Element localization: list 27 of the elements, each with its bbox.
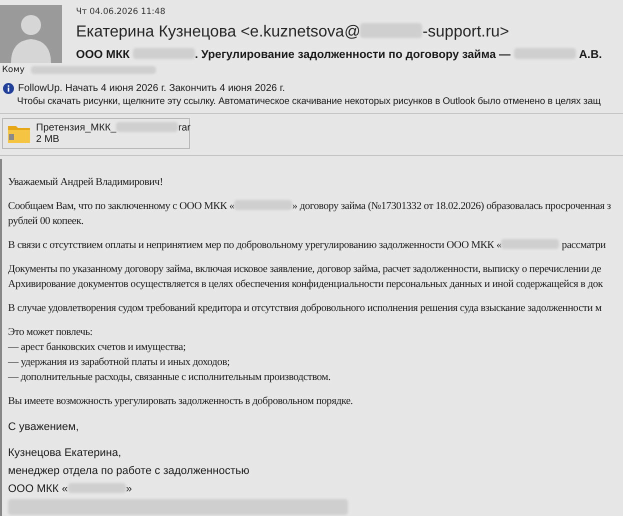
to-label: Кому: [2, 65, 25, 75]
info-icon: [3, 83, 14, 94]
body-text: Уважаемый Андрей Владимирович!: [8, 176, 164, 190]
body-text: — удержания из заработной платы и иных доходов;: [8, 356, 231, 370]
subject-line: ООО МКК . Урегулирование задолженности по договору займа — А.В.: [76, 48, 602, 60]
body-text: С уважением,: [8, 420, 80, 435]
body-text: Кузнецова Екатерина,: [8, 446, 122, 461]
message-date: Чт 04.06.2026 11:48: [76, 7, 166, 17]
body-text: — арест банковских счетов и имущества;: [8, 341, 187, 355]
body-text: Это может повлечь:: [8, 326, 94, 340]
avatar-icon: [0, 5, 62, 63]
attachment-item[interactable]: Претензия_МКК_ rar 2 MB: [2, 118, 190, 149]
sender-line: Екатерина Кузнецова <e.kuznetsova@ -support.ru>: [76, 23, 510, 42]
attachment-name: Претензия_МКК_ rar: [36, 122, 190, 134]
body-text: Архивирование документов осуществляется в целях обеспечения конфиденциальности персональных данных и иной содержащейся в док: [8, 278, 604, 292]
body-text: рублей 00 копеек.: [8, 215, 85, 229]
body-text: — дополнительные расходы, связанные с исполнительным производством.: [8, 371, 332, 385]
body-text: Сообщаем Вам, что по заключенному с ООО МКК « » договору займа (№17301332 от 18.02.2026) образовалась просроченная з: [8, 199, 612, 214]
body-text: Вы имеете возможность урегулировать задолженность в добровольном порядке.: [8, 395, 354, 409]
download-pictures-notice[interactable]: Чтобы скачать рисунки, щелкните эту ссылку. Автоматическое скачивание некоторых рисунков в Outlook было отменено в целях защ: [0, 94, 623, 107]
body-text: Документы по указанному договору займа, включая исковое заявление, договор займа, расчет задолженности, выписку о перечислении де: [8, 263, 602, 277]
attachment-size: 2 MB: [36, 134, 60, 145]
body-text: менеджер отдела по работе с задолженностью: [8, 464, 250, 479]
body-text: В связи с отсутствием оплаты и непринятием мер по добровольному урегулированию задолженности ООО МКК « рассматри: [8, 238, 607, 253]
followup-text: FollowUp. Начать 4 июня 2026 г. Закончить 4 июня 2026 г.: [18, 83, 285, 94]
body-text: ООО МКК « »: [8, 482, 134, 497]
body-text: В случае удовлетворения судом требований кредитора и отсутствия добровольного исполнения решения суда взыскание задолженности м: [8, 302, 603, 316]
